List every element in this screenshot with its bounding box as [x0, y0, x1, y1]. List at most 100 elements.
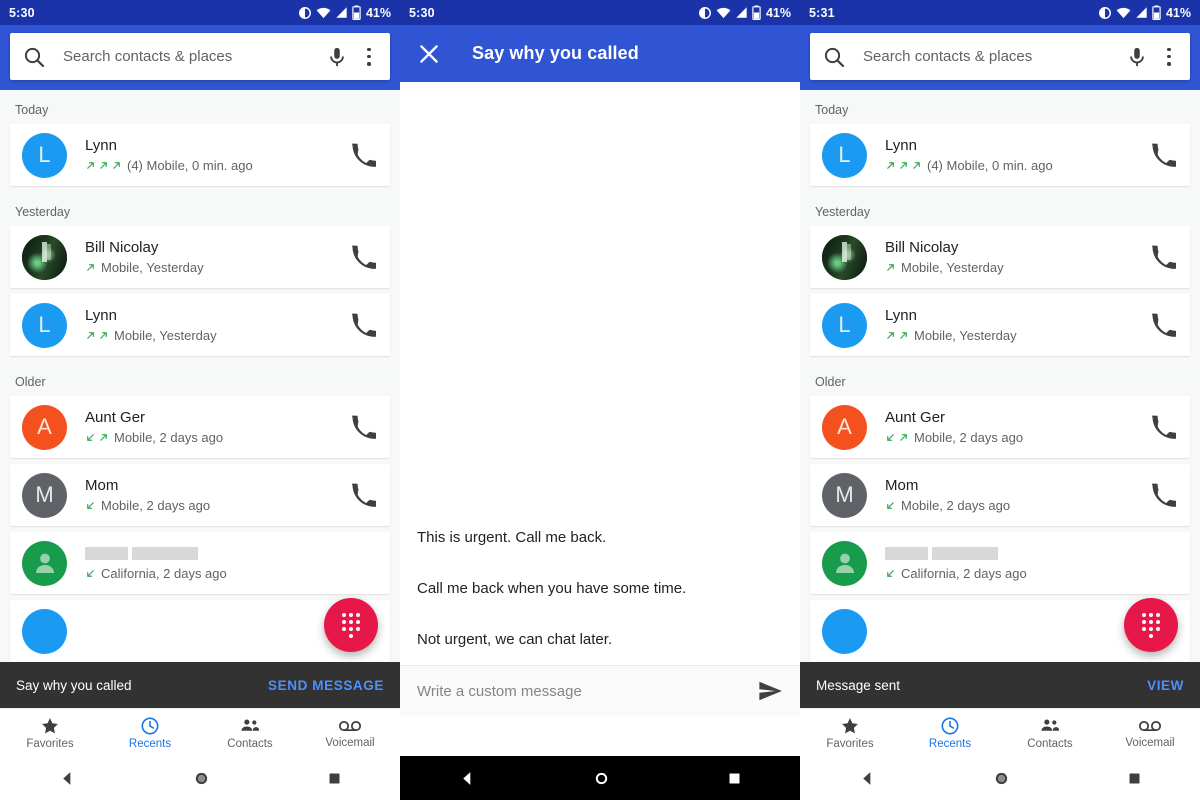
call-detail-row: California, 2 days ago [85, 565, 376, 582]
table-row[interactable]: Bill Nicolay Mobile, Yesterday [810, 226, 1190, 288]
table-row[interactable]: L Lynn (4) Mobile, 0 min. ago [10, 124, 390, 186]
call-info: Bill Nicolay Mobile, Yesterday [85, 238, 350, 276]
section-header-older: Older [815, 375, 846, 389]
call-button[interactable] [1150, 482, 1176, 508]
tab-favorites[interactable]: Favorites [0, 709, 100, 756]
contact-name: Lynn [885, 307, 917, 324]
screenshot-root: 5:30 41% Search contacts & places Today [0, 0, 1200, 800]
people-icon [241, 718, 260, 731]
panel-say-why-you-called: 5:30 41% Say why you called This is urge… [400, 0, 800, 800]
tab-voicemail[interactable]: Voicemail [1100, 709, 1200, 756]
call-info: Mom Mobile, 2 days ago [85, 476, 350, 514]
call-info: Mom Mobile, 2 days ago [885, 476, 1150, 514]
call-info: California, 2 days ago [885, 544, 1176, 582]
home-circle-icon[interactable] [993, 770, 1010, 787]
avatar [22, 540, 67, 586]
tab-favorites[interactable]: Favorites [800, 709, 900, 756]
back-triangle-icon[interactable] [459, 770, 476, 787]
status-bar: 5:31 41% [800, 0, 1200, 25]
recents-square-icon[interactable] [327, 771, 342, 786]
snackbar-action-button[interactable]: VIEW [1147, 678, 1184, 693]
call-button[interactable] [350, 312, 376, 338]
incoming-call-icon [87, 434, 94, 441]
battery-percent: 41% [765, 5, 791, 20]
outgoing-call-icon [87, 332, 94, 339]
section-header-older: Older [15, 375, 46, 389]
recents-square-icon[interactable] [1127, 771, 1142, 786]
custom-message-input[interactable]: Write a custom message [417, 683, 757, 700]
table-row[interactable]: M Mom Mobile, 2 days ago [10, 464, 390, 526]
contact-name: Aunt Ger [85, 409, 146, 426]
table-row[interactable]: L Lynn Mobile, Yesterday [10, 294, 390, 356]
call-button[interactable] [350, 482, 376, 508]
close-icon[interactable] [416, 41, 442, 67]
table-row[interactable]: A Aunt Ger Mobile, 2 days ago [10, 396, 390, 458]
snackbar-message: Message sent [816, 677, 901, 693]
call-info: Lynn (4) Mobile, 0 min. ago [885, 136, 1150, 174]
tab-contacts[interactable]: Contacts [1000, 709, 1100, 756]
status-clock: 5:30 [9, 5, 35, 20]
home-circle-icon[interactable] [193, 770, 210, 787]
outgoing-call-icon [887, 332, 894, 339]
call-button[interactable] [350, 414, 376, 440]
panel-recents-message-sent: 5:31 41% Search contacts & places Today [800, 0, 1200, 800]
call-button[interactable] [1150, 244, 1176, 270]
search-bar[interactable]: Search contacts & places [10, 33, 390, 80]
overflow-menu-icon[interactable] [1160, 46, 1178, 68]
send-icon[interactable] [757, 678, 783, 704]
call-detail-text: (4) Mobile, 0 min. ago [927, 158, 1053, 173]
avatar-letter: M [835, 482, 854, 507]
call-button[interactable] [350, 244, 376, 270]
call-button[interactable] [1150, 142, 1176, 168]
quick-reply-list: This is urgent. Call me back. Call me ba… [400, 512, 800, 665]
call-button[interactable] [350, 142, 376, 168]
back-triangle-icon[interactable] [59, 770, 76, 787]
mic-icon[interactable] [326, 45, 348, 69]
outgoing-call-icon [900, 332, 907, 339]
snackbar-action-button[interactable]: SEND MESSAGE [268, 678, 384, 693]
home-circle-icon[interactable] [593, 770, 610, 787]
search-bar[interactable]: Search contacts & places [810, 33, 1190, 80]
call-button[interactable] [1150, 312, 1176, 338]
call-detail-text: Mobile, 2 days ago [114, 430, 224, 445]
tab-contacts[interactable]: Contacts [200, 709, 300, 756]
outgoing-call-icon [913, 162, 920, 169]
avatar [22, 608, 67, 654]
call-button[interactable] [1150, 414, 1176, 440]
tab-recents[interactable]: Recents [900, 709, 1000, 756]
table-row[interactable]: Bill Nicolay Mobile, Yesterday [10, 226, 390, 288]
voicemail-icon [1138, 720, 1162, 731]
tab-label: Favorites [826, 737, 874, 750]
call-detail-row: Mobile, 2 days ago [885, 497, 1150, 514]
tab-voicemail[interactable]: Voicemail [300, 709, 400, 756]
call-detail-text: California, 2 days ago [901, 566, 1027, 581]
dialpad-fab[interactable] [1124, 598, 1178, 652]
contact-name-redacted [885, 547, 1176, 560]
call-detail-text: Mobile, 2 days ago [901, 498, 1011, 513]
mic-icon[interactable] [1126, 45, 1148, 69]
dialpad-fab[interactable] [324, 598, 378, 652]
table-row[interactable]: California, 2 days ago [810, 532, 1190, 594]
list-item[interactable]: This is urgent. Call me back. [400, 512, 800, 563]
table-row[interactable]: M Mom Mobile, 2 days ago [810, 464, 1190, 526]
list-item[interactable]: Call me back when you have some time. [400, 563, 800, 614]
custom-message-row[interactable]: Write a custom message [400, 665, 800, 716]
recents-square-icon[interactable] [727, 771, 742, 786]
overflow-menu-icon[interactable] [360, 46, 378, 68]
search-input[interactable]: Search contacts & places [63, 48, 326, 65]
tab-label: Voicemail [325, 736, 375, 749]
table-row[interactable]: L Lynn (4) Mobile, 0 min. ago [810, 124, 1190, 186]
table-row[interactable]: California, 2 days ago [10, 532, 390, 594]
table-row[interactable]: L Lynn Mobile, Yesterday [810, 294, 1190, 356]
tab-recents[interactable]: Recents [100, 709, 200, 756]
signal-icon [336, 7, 347, 18]
table-row[interactable]: A Aunt Ger Mobile, 2 days ago [810, 396, 1190, 458]
call-direction-icons [85, 432, 109, 443]
star-icon [842, 717, 858, 733]
search-input[interactable]: Search contacts & places [863, 48, 1126, 65]
call-detail-row: Mobile, Yesterday [885, 327, 1150, 344]
outgoing-call-icon [87, 264, 94, 271]
back-triangle-icon[interactable] [859, 770, 876, 787]
list-item[interactable]: Not urgent, we can chat later. [400, 614, 800, 665]
avatar-letter: L [838, 312, 851, 337]
